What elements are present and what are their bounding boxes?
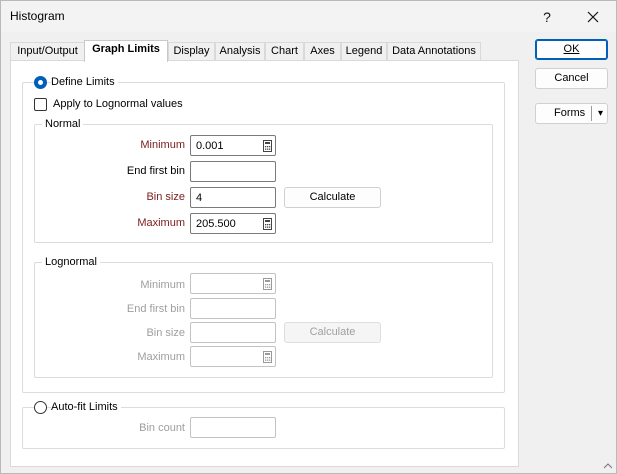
window-title: Histogram	[10, 9, 65, 23]
calculator-icon[interactable]	[263, 218, 272, 230]
tab-data-annotations[interactable]: Data Annotations	[387, 42, 481, 61]
graph-limits-panel: Define Limits Apply to Lognormal values …	[10, 60, 519, 467]
normal-end-first-bin-input[interactable]	[191, 162, 273, 181]
normal-maximum-field[interactable]	[190, 213, 276, 234]
calculator-icon	[263, 351, 272, 363]
cancel-button[interactable]: Cancel	[535, 68, 608, 89]
define-limits-radio[interactable]	[34, 76, 47, 89]
histogram-dialog: Histogram ? Input/Output Graph Limits Di…	[0, 0, 617, 474]
normal-end-first-bin-field[interactable]	[190, 161, 276, 182]
normal-group-title: Normal	[42, 118, 84, 130]
ok-label: OK	[563, 43, 580, 55]
auto-fit-label[interactable]: Auto-fit Limits	[51, 401, 121, 413]
help-button[interactable]: ?	[524, 1, 570, 32]
apply-lognormal-label[interactable]: Apply to Lognormal values	[53, 98, 183, 110]
bin-count-field[interactable]	[190, 417, 276, 438]
forms-button[interactable]: Forms ▾	[535, 103, 608, 124]
lognormal-bin-size-input[interactable]	[191, 323, 273, 342]
lognormal-maximum-input[interactable]	[191, 347, 257, 366]
normal-bin-size-field[interactable]	[190, 187, 276, 208]
tab-axes[interactable]: Axes	[304, 42, 341, 61]
forms-divider	[591, 106, 592, 121]
lognormal-maximum-label: Maximum	[137, 351, 185, 363]
normal-minimum-input[interactable]	[191, 136, 257, 155]
forms-label: Forms	[554, 107, 586, 119]
lognormal-bin-size-field[interactable]	[190, 322, 276, 343]
tab-legend[interactable]: Legend	[341, 42, 387, 61]
define-limits-label[interactable]: Define Limits	[51, 76, 118, 88]
tab-analysis[interactable]: Analysis	[215, 42, 265, 61]
close-button[interactable]	[570, 1, 616, 32]
lognormal-minimum-input[interactable]	[191, 274, 257, 293]
lognormal-end-first-bin-label: End first bin	[126, 303, 185, 315]
tab-graph-limits[interactable]: Graph Limits	[84, 40, 168, 62]
lognormal-maximum-field[interactable]	[190, 346, 276, 367]
bin-count-label: Bin count	[139, 422, 185, 434]
normal-minimum-field[interactable]	[190, 135, 276, 156]
tab-chart[interactable]: Chart	[265, 42, 304, 61]
lognormal-end-first-bin-input[interactable]	[191, 299, 273, 318]
lognormal-calculate-button[interactable]: Calculate	[284, 322, 381, 343]
close-icon	[587, 11, 599, 22]
auto-fit-radio[interactable]	[34, 401, 47, 414]
lognormal-minimum-label: Minimum	[140, 279, 185, 291]
lognormal-minimum-field[interactable]	[190, 273, 276, 294]
calculator-icon[interactable]	[263, 140, 272, 152]
apply-lognormal-checkbox[interactable]	[34, 98, 47, 111]
title-bar: Histogram ?	[1, 1, 616, 32]
ok-button[interactable]: OK	[535, 39, 608, 60]
normal-maximum-label: Maximum	[137, 217, 185, 229]
calculator-icon	[263, 278, 272, 290]
normal-maximum-input[interactable]	[191, 214, 257, 233]
resize-grip-icon[interactable]	[603, 460, 613, 470]
lognormal-end-first-bin-field[interactable]	[190, 298, 276, 319]
normal-bin-size-label: Bin size	[146, 191, 185, 203]
cancel-label: Cancel	[554, 72, 589, 84]
lognormal-group-title: Lognormal	[42, 256, 100, 268]
normal-end-first-bin-label: End first bin	[126, 165, 185, 177]
chevron-down-icon[interactable]: ▾	[594, 104, 607, 123]
lognormal-bin-size-label: Bin size	[146, 327, 185, 339]
bin-count-input[interactable]	[191, 418, 273, 437]
tab-display[interactable]: Display	[168, 42, 215, 61]
normal-bin-size-input[interactable]	[191, 188, 273, 207]
normal-calculate-button[interactable]: Calculate	[284, 187, 381, 208]
normal-minimum-label: Minimum	[140, 139, 185, 151]
tab-input-output[interactable]: Input/Output	[10, 42, 85, 61]
